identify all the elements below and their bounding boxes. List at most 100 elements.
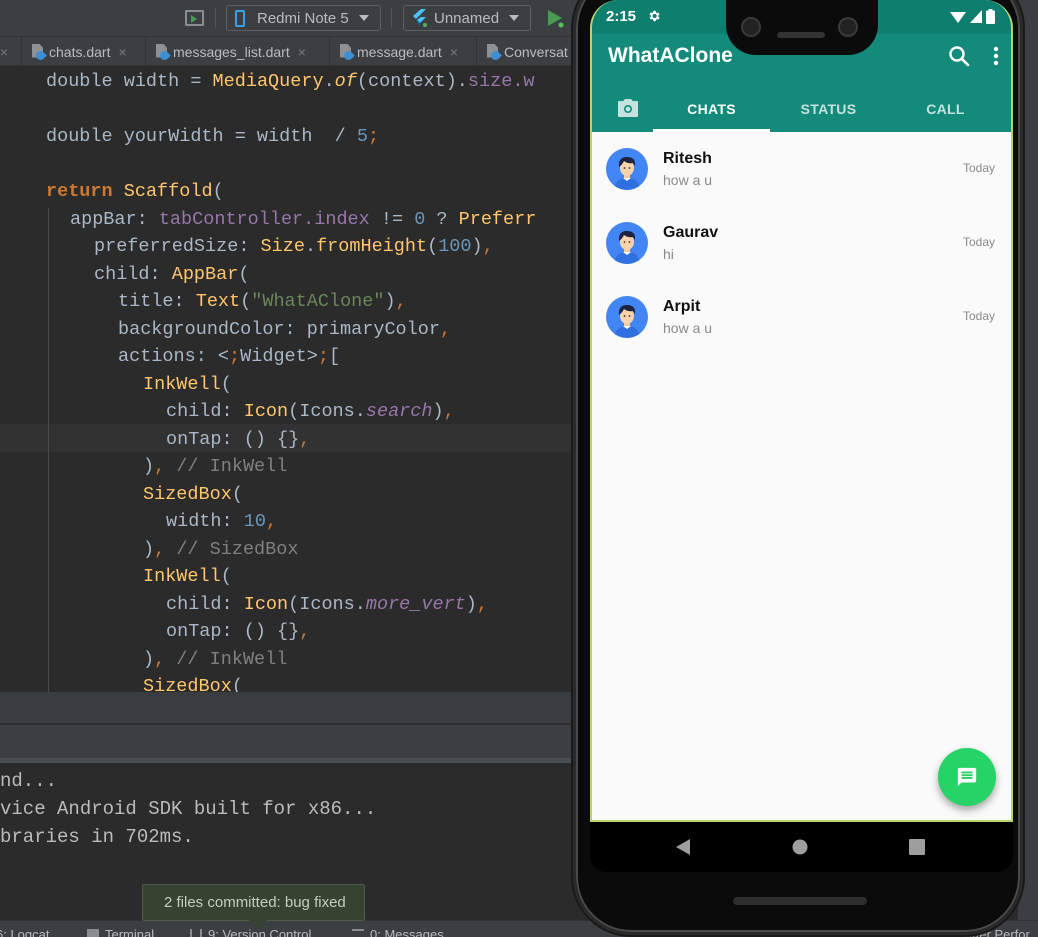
code-line: onTap: () {}, [166,429,311,450]
message-time: Today [962,309,995,323]
tab-label: messages_list.dart [173,43,290,60]
messages-tool-button[interactable]: 0: Messages [352,927,444,937]
dart-file-icon [32,44,45,60]
dart-file-icon [487,44,500,60]
code-line: ), // InkWell [143,649,288,670]
code-line: width: 10, [166,511,278,532]
contact-name: Arpit [663,298,701,315]
app-tab-bar: CHATS STATUS CALL [592,86,1011,132]
code-line: double width = MediaQuery.of(context).si… [46,71,535,92]
avatar [606,296,648,338]
code-line: ), // InkWell [143,456,288,477]
run-icon[interactable] [545,8,565,28]
code-line: SizedBox( [143,484,243,505]
person-avatar-icon [614,157,640,190]
avatar [606,148,648,190]
home-icon[interactable] [792,839,808,855]
tab-chats[interactable]: CHATS [653,86,770,132]
close-icon[interactable]: × [118,44,126,60]
tool-label: Terminal [105,927,155,937]
code-line: appBar: tabController.index != 0 ? Prefe… [70,209,537,230]
signal-icon [970,10,982,23]
tab-status[interactable]: STATUS [770,86,887,132]
settings-gear-icon [649,10,660,22]
contact-name: Ritesh [663,150,712,167]
tool-label: 6: Logcat [0,927,50,937]
contact-name: Gaurav [663,224,719,241]
code-line: preferredSize: Size.fromHeight(100), [94,236,494,257]
search-icon[interactable] [947,44,971,68]
chat-list-item[interactable]: Gaurav hi Today [592,206,1011,280]
new-chat-fab[interactable] [938,748,996,806]
android-nav-bar [590,822,1013,872]
version-control-icon [190,928,202,937]
dart-file-icon [340,44,353,60]
messages-icon [352,928,364,937]
last-message: how a u [663,172,713,188]
chat-list-item[interactable]: Arpit how a u Today [592,280,1011,354]
run-config-label: Unnamed [434,9,500,27]
code-line: child: Icon(Icons.more_vert), [166,594,488,615]
tab-previous[interactable]: × [0,37,22,66]
code-line: child: AppBar( [94,264,250,285]
code-line: backgroundColor: primaryColor, [118,319,452,340]
dart-file-icon [156,44,169,60]
close-icon[interactable]: × [450,44,458,60]
tab-chats-dart[interactable]: chats.dart × [22,37,146,66]
back-icon[interactable] [675,839,691,855]
tab-label: chats.dart [49,43,111,60]
indent-guide [48,208,49,692]
notification-pointer [249,920,267,929]
console-line: vice Android SDK built for x86... [0,798,377,820]
tool-label: 0: Messages [370,927,444,937]
device-manager-icon[interactable] [185,10,204,26]
tab-messages-list-dart[interactable]: messages_list.dart × [146,37,330,66]
toolbar-separator [391,8,392,28]
code-line: ), // SizedBox [143,539,299,560]
close-icon[interactable]: × [298,44,306,60]
device-selector[interactable]: Redmi Note 5 [226,5,381,31]
message-time: Today [962,161,995,175]
tab-label: CHATS [687,101,736,117]
tab-label: CALL [926,101,965,117]
app-title: WhatAClone [608,44,733,67]
vcs-commit-notification[interactable]: 2 files committed: bug fixed [142,884,365,921]
tab-message-dart[interactable]: message.dart × [330,37,477,66]
person-avatar-icon [614,305,640,338]
camera-icon[interactable] [616,96,640,120]
flutter-icon [413,9,427,27]
device-selector-label: Redmi Note 5 [257,9,349,27]
message-time: Today [962,235,995,249]
recents-icon[interactable] [909,839,925,855]
terminal-icon [87,928,99,937]
tab-label: STATUS [800,101,857,117]
last-message: hi [663,246,674,262]
code-line: child: Icon(Icons.search), [166,401,455,422]
code-line: double yourWidth = width / 5; [46,126,380,147]
close-icon[interactable]: × [0,44,8,60]
terminal-tool-button[interactable]: Terminal [87,927,154,937]
tab-call[interactable]: CALL [887,86,1004,132]
run-config-selector[interactable]: Unnamed [403,5,531,31]
console-line: nd... [0,770,58,792]
code-editor[interactable]: double width = MediaQuery.of(context).si… [0,67,573,692]
phone-screen: 2:15 WhatAClone CHATS STATUS CALL Ritesh… [590,0,1013,822]
tab-label: message.dart [357,43,442,60]
phone-chin-speaker [733,897,867,905]
notification-text: 2 files committed: bug fixed [164,894,346,911]
chevron-down-icon [509,15,520,21]
avatar [606,222,648,264]
earpiece-speaker [777,32,825,38]
front-camera-icon [741,17,761,37]
more-vert-icon[interactable] [984,44,1008,68]
chat-list-item[interactable]: Ritesh how a u Today [592,132,1011,206]
code-line: onTap: () {}, [166,621,311,642]
logcat-tool-button[interactable]: 6: Logcat [0,927,50,937]
tab-label: Conversat [504,43,568,60]
run-panel-header [0,725,573,758]
toolbar-separator [215,8,216,28]
wifi-icon [950,12,966,23]
battery-icon [986,9,995,24]
code-line: SizedBox( [143,676,243,692]
status-icons [950,9,995,24]
